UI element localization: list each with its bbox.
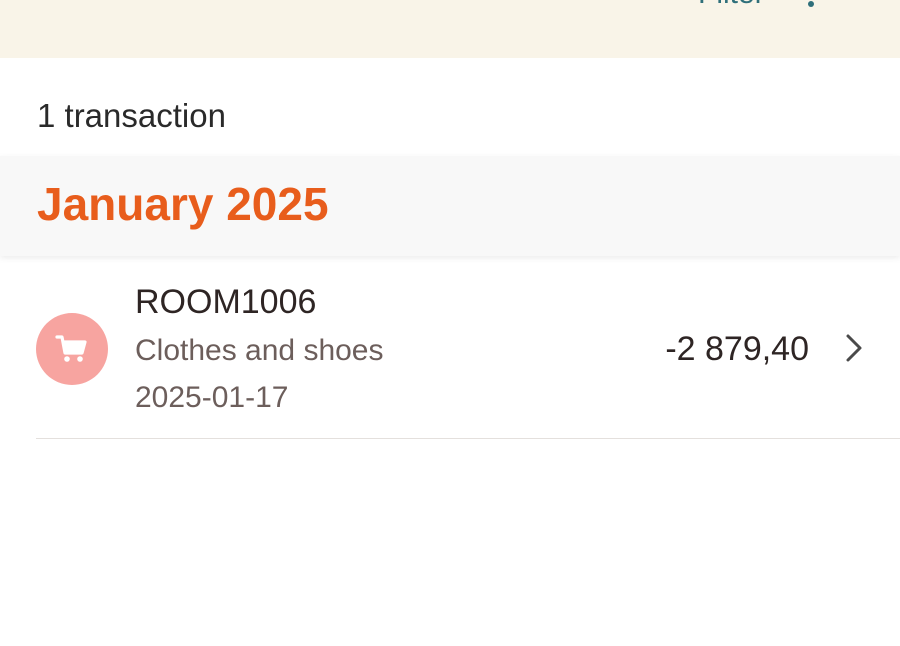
month-title: January 2025 xyxy=(37,178,329,230)
filter-icon[interactable] xyxy=(796,0,826,8)
top-bar: Filter xyxy=(0,0,900,58)
transaction-row[interactable]: ROOM1006 Clothes and shoes 2025-01-17 -2… xyxy=(0,270,900,438)
filter-button[interactable]: Filter xyxy=(698,0,765,12)
transaction-amount: -2 879,40 xyxy=(665,330,809,368)
transaction-name: ROOM1006 xyxy=(135,283,317,321)
category-icon-badge xyxy=(36,313,108,385)
transaction-category: Clothes and shoes xyxy=(135,334,384,367)
shopping-cart-icon xyxy=(55,335,87,362)
transaction-date: 2025-01-17 xyxy=(135,381,289,414)
row-divider xyxy=(36,438,900,439)
chevron-right-icon[interactable] xyxy=(842,333,866,363)
transaction-count: 1 transaction xyxy=(37,97,226,134)
